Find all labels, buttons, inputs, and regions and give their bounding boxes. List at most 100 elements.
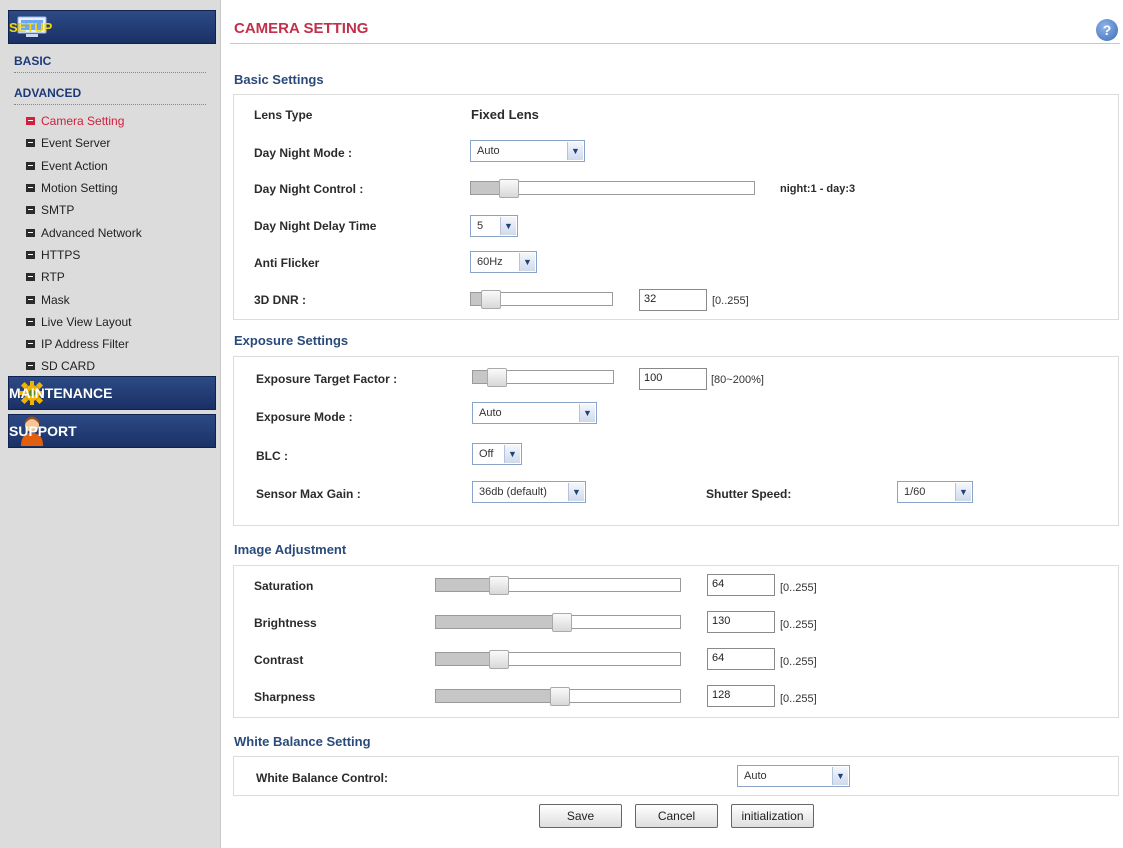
sidebar-item-https[interactable]: HTTPS	[26, 244, 142, 266]
saturation-label: Saturation	[254, 579, 314, 593]
slider-handle[interactable]	[489, 650, 509, 669]
square-bullet-icon	[26, 139, 35, 148]
lens-type-value: Fixed Lens	[471, 107, 539, 122]
sidebar-item-event-server[interactable]: Event Server	[26, 132, 142, 154]
sidebar-item-event-action[interactable]: Event Action	[26, 155, 142, 177]
day-night-mode-select[interactable]: Auto ▼	[470, 140, 585, 162]
square-bullet-icon	[26, 117, 35, 126]
chevron-down-icon: ▼	[832, 767, 848, 785]
sidebar-item-advanced-network[interactable]: Advanced Network	[26, 221, 142, 243]
select-value: Off	[479, 448, 494, 460]
select-value: 1/60	[904, 486, 926, 498]
shutter-speed-select[interactable]: 1/60 ▼	[897, 481, 973, 503]
brightness-slider[interactable]	[435, 613, 681, 632]
exposure-target-input[interactable]: 100	[639, 368, 707, 390]
blc-select[interactable]: Off ▼	[472, 443, 522, 465]
square-bullet-icon	[26, 206, 35, 215]
brightness-input[interactable]: 130	[707, 611, 775, 633]
basic-link[interactable]: BASIC	[14, 54, 51, 68]
sidebar-item-camera-setting[interactable]: Camera Setting	[26, 110, 142, 132]
dnr-slider[interactable]	[470, 290, 613, 309]
select-value: 5	[477, 220, 484, 232]
white-balance-control-label: White Balance Control:	[256, 771, 389, 785]
day-night-delay-label: Day Night Delay Time	[254, 219, 377, 233]
day-night-control-value: night:1 - day:3	[780, 183, 856, 195]
sidebar-item-label: SMTP	[41, 203, 75, 218]
sidebar-item-smtp[interactable]: SMTP	[26, 199, 142, 221]
square-bullet-icon	[26, 184, 35, 193]
white-balance-title: White Balance Setting	[234, 734, 371, 749]
maintenance-menu-button[interactable]: MAINTENANCE	[8, 376, 216, 410]
exposure-target-label: Exposure Target Factor :	[256, 372, 398, 386]
sidebar-item-motion-setting[interactable]: Motion Setting	[26, 177, 142, 199]
square-bullet-icon	[26, 250, 35, 259]
chevron-down-icon: ▼	[519, 253, 535, 271]
saturation-slider[interactable]	[435, 576, 681, 595]
sensor-max-gain-label: Sensor Max Gain :	[256, 487, 361, 501]
sidebar-item-ip-address-filter[interactable]: IP Address Filter	[26, 333, 142, 355]
divider	[14, 72, 206, 73]
support-label: SUPPORT	[9, 423, 77, 439]
brightness-label: Brightness	[254, 616, 317, 630]
saturation-range: [0..255]	[780, 582, 817, 594]
sharpness-input[interactable]: 128	[707, 685, 775, 707]
help-icon[interactable]: ?	[1096, 19, 1118, 41]
contrast-label: Contrast	[254, 653, 304, 667]
square-bullet-icon	[26, 317, 35, 326]
lens-type-label: Lens Type	[254, 108, 313, 122]
sidebar-item-sd-card[interactable]: SD CARD	[26, 355, 142, 377]
square-bullet-icon	[26, 228, 35, 237]
select-value: 36db (default)	[479, 486, 547, 498]
exposure-mode-select[interactable]: Auto ▼	[472, 402, 597, 424]
contrast-range: [0..255]	[780, 656, 817, 668]
white-balance-control-select[interactable]: Auto ▼	[737, 765, 850, 787]
saturation-input[interactable]: 64	[707, 574, 775, 596]
square-bullet-icon	[26, 340, 35, 349]
support-menu-button[interactable]: SUPPORT	[8, 414, 216, 448]
slider-fill	[436, 690, 560, 702]
contrast-slider[interactable]	[435, 650, 681, 669]
slider-handle[interactable]	[481, 290, 501, 309]
sidebar-item-label: SD CARD	[41, 359, 96, 374]
chevron-down-icon: ▼	[568, 483, 584, 501]
slider-handle[interactable]	[489, 576, 509, 595]
slider-handle[interactable]	[499, 179, 519, 198]
slider-handle[interactable]	[487, 368, 507, 387]
sharpness-slider[interactable]	[435, 687, 681, 706]
sidebar-item-live-view-layout[interactable]: Live View Layout	[26, 311, 142, 333]
sidebar-item-label: Motion Setting	[41, 181, 118, 196]
sidebar-item-label: RTP	[41, 270, 65, 285]
sidebar-item-label: IP Address Filter	[41, 337, 129, 352]
blc-label: BLC :	[256, 449, 288, 463]
basic-settings-title: Basic Settings	[234, 72, 324, 87]
anti-flicker-select[interactable]: 60Hz ▼	[470, 251, 537, 273]
select-value: Auto	[744, 770, 767, 782]
chevron-down-icon: ▼	[955, 483, 971, 501]
slider-handle[interactable]	[550, 687, 570, 706]
contrast-input[interactable]: 64	[707, 648, 775, 670]
exposure-target-range: [80~200%]	[711, 374, 764, 386]
save-button[interactable]: Save	[539, 804, 622, 828]
advanced-link[interactable]: ADVANCED	[14, 86, 81, 100]
initialization-button[interactable]: initialization	[731, 804, 814, 828]
square-bullet-icon	[26, 295, 35, 304]
sidebar-item-mask[interactable]: Mask	[26, 288, 142, 310]
day-night-delay-select[interactable]: 5 ▼	[470, 215, 518, 237]
exposure-target-slider[interactable]	[472, 368, 614, 387]
day-night-control-slider[interactable]	[470, 179, 755, 198]
sidebar-item-label: HTTPS	[41, 247, 81, 262]
setup-menu-button[interactable]: SETUP	[8, 10, 216, 44]
sidebar-item-label: Event Server	[41, 136, 111, 151]
dnr-input[interactable]: 32	[639, 289, 707, 311]
basic-settings-panel	[233, 94, 1119, 320]
select-value: 60Hz	[477, 256, 503, 268]
slider-handle[interactable]	[552, 613, 572, 632]
exposure-mode-label: Exposure Mode :	[256, 410, 353, 424]
day-night-mode-label: Day Night Mode :	[254, 146, 352, 160]
cancel-button[interactable]: Cancel	[635, 804, 718, 828]
anti-flicker-label: Anti Flicker	[254, 256, 320, 270]
sidebar-item-rtp[interactable]: RTP	[26, 266, 142, 288]
sensor-max-gain-select[interactable]: 36db (default) ▼	[472, 481, 586, 503]
app-root: SETUP BASIC ADVANCED Camera Setting Even…	[0, 0, 1123, 848]
dnr-label: 3D DNR :	[254, 293, 307, 307]
